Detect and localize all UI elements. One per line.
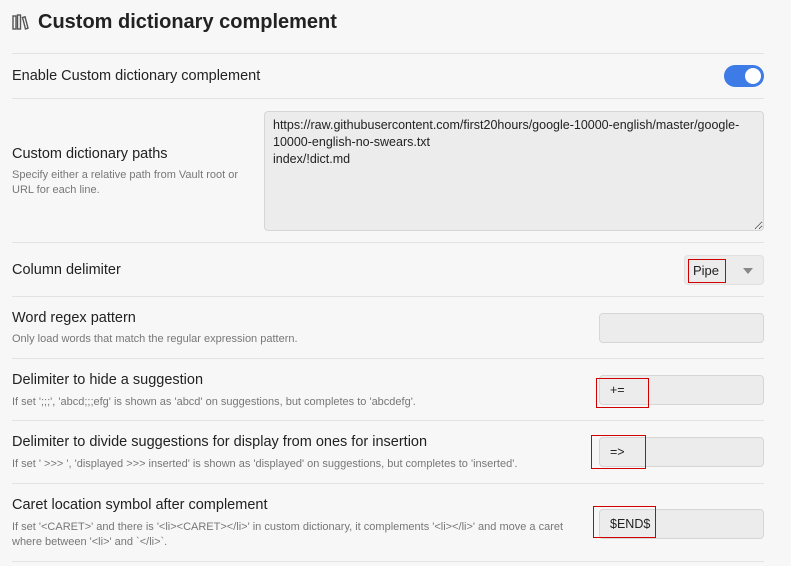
caret-symbol-input[interactable]	[599, 509, 764, 539]
section-header: Custom dictionary complement	[12, 8, 337, 36]
books-icon	[12, 13, 30, 31]
dictionary-paths-textarea[interactable]: https://raw.githubusercontent.com/first2…	[264, 111, 764, 231]
setting-name: Delimiter to divide suggestions for disp…	[12, 434, 428, 450]
divide-delimiter-input[interactable]	[599, 437, 764, 467]
setting-name: Enable Custom dictionary complement	[12, 68, 261, 84]
column-delimiter-select[interactable]: Pipe	[684, 255, 764, 285]
chevron-down-icon	[743, 268, 753, 274]
setting-description: If set '<CARET>' and there is '<li><CARE…	[12, 521, 564, 548]
setting-description: Only load words that match the regular e…	[12, 333, 298, 345]
section-title: Custom dictionary complement	[38, 10, 337, 33]
setting-hide-delimiter: Delimiter to hide a suggestion If set ';…	[12, 358, 764, 420]
setting-name: Caret location symbol after complement	[12, 497, 268, 513]
setting-dictionary-paths: Custom dictionary paths Specify either a…	[12, 98, 764, 242]
toggle-knob	[745, 68, 761, 84]
setting-name: Delimiter to hide a suggestion	[12, 372, 204, 388]
setting-description: If set ';;;', 'abcd;;;efg' is shown as '…	[12, 396, 416, 408]
hide-delimiter-input[interactable]	[599, 375, 764, 405]
setting-column-delimiter: Column delimiter Pipe	[12, 242, 764, 296]
setting-description: If set ' >>> ', 'displayed >>> inserted'…	[12, 458, 518, 470]
setting-word-regex: Word regex pattern Only load words that …	[12, 296, 764, 358]
setting-name: Word regex pattern	[12, 310, 136, 326]
setting-name: Column delimiter	[12, 262, 121, 278]
selected-value: Pipe	[688, 259, 726, 283]
setting-enable: Enable Custom dictionary complement	[12, 53, 764, 98]
setting-name: Custom dictionary paths	[12, 146, 168, 162]
setting-divide-delimiter: Delimiter to divide suggestions for disp…	[12, 420, 764, 483]
setting-description: Specify either a relative path from Vaul…	[12, 169, 239, 196]
setting-caret-symbol: Caret location symbol after complement I…	[12, 483, 764, 562]
enable-toggle[interactable]	[724, 65, 764, 87]
word-regex-input[interactable]	[599, 313, 764, 343]
